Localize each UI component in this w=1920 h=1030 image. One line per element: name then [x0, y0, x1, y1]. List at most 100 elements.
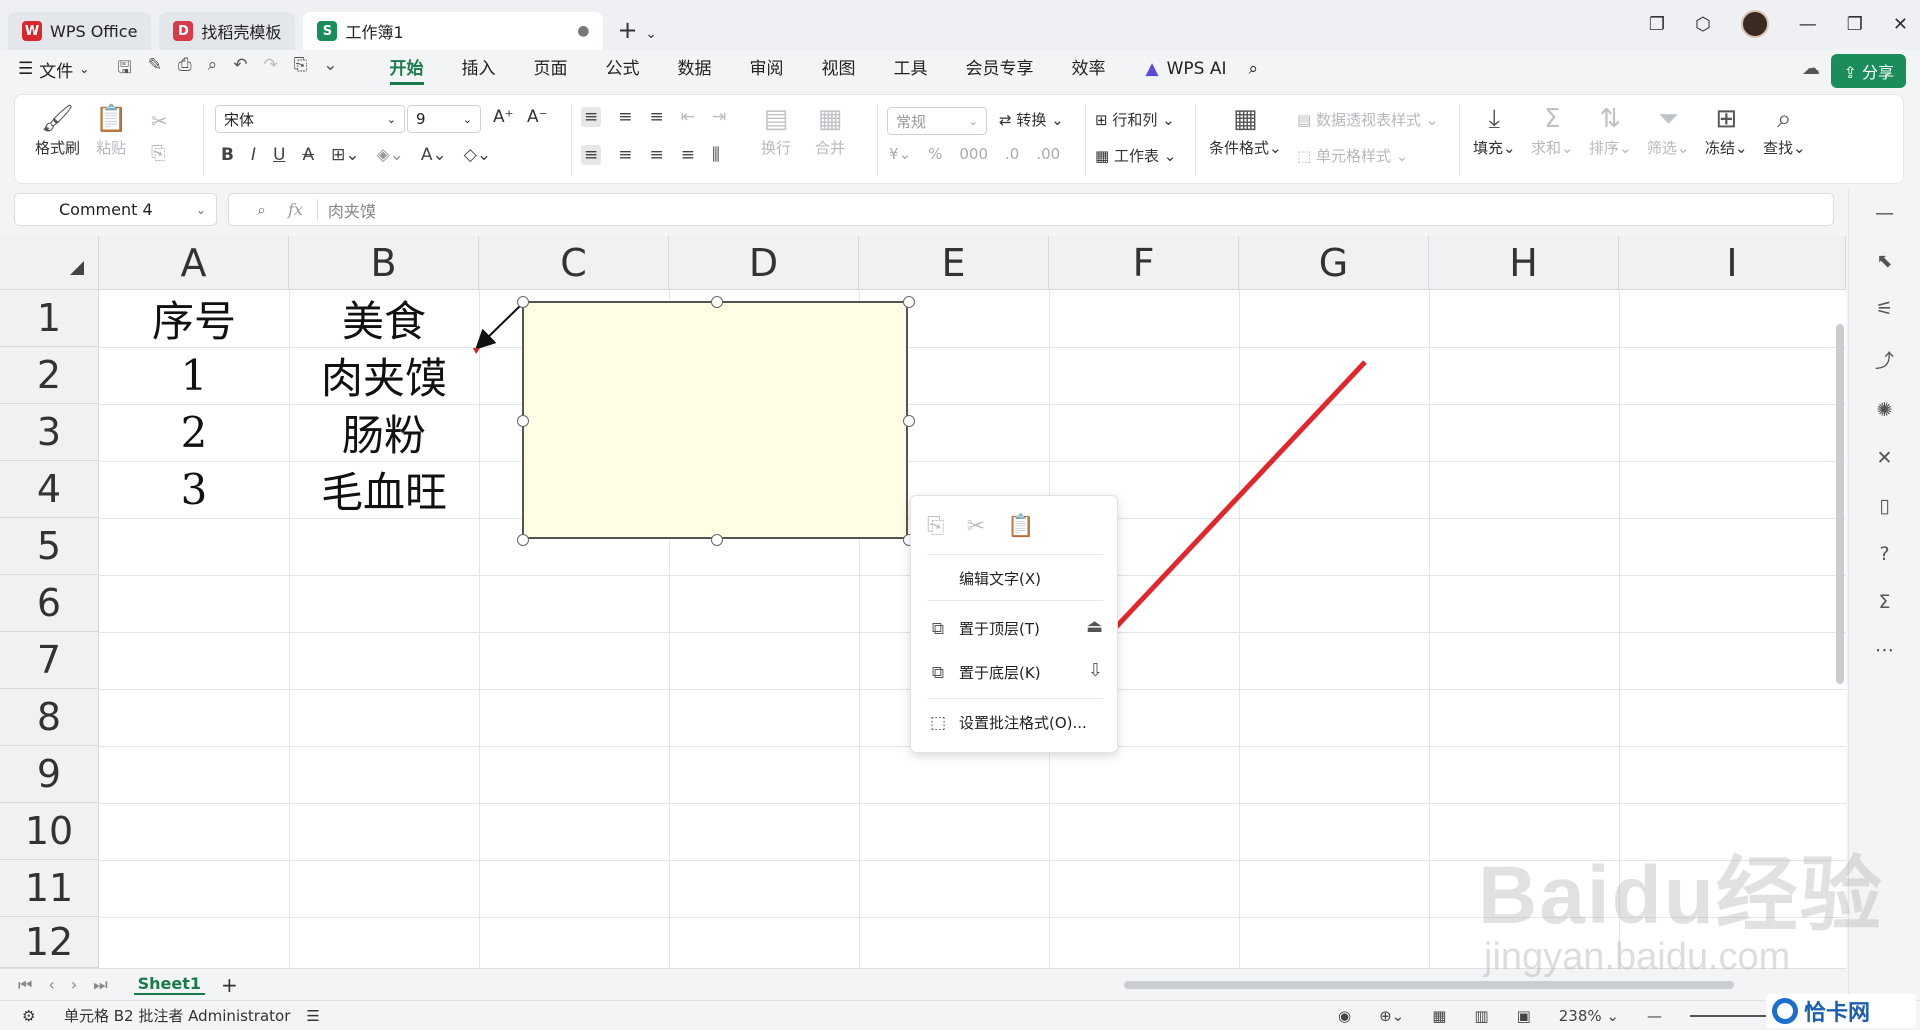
redo-icon[interactable]: ↷: [263, 55, 277, 84]
window-tile-icon[interactable]: ❐: [1649, 14, 1665, 35]
row-header-1[interactable]: 1: [0, 290, 99, 347]
row-header-11[interactable]: 11: [0, 860, 99, 917]
copy-icon[interactable]: ⎘: [151, 143, 165, 164]
column-header-e[interactable]: E: [859, 236, 1049, 290]
tab-efficiency[interactable]: 效率: [1072, 54, 1106, 85]
merge-button[interactable]: ▦ 合并: [815, 105, 845, 158]
cut-icon[interactable]: ✂: [151, 109, 168, 133]
menu-item-format-comment[interactable]: ⬚ 设置批注格式(O)...: [927, 712, 1087, 733]
conditional-format-button[interactable]: ▦ 条件格式⌄: [1209, 105, 1282, 158]
page-break-icon[interactable]: ▣: [1517, 1007, 1531, 1025]
column-header-b[interactable]: B: [289, 236, 479, 290]
cell-b4[interactable]: 毛血旺: [289, 461, 479, 518]
freeze-button[interactable]: ⊞ 冻结⌄: [1705, 105, 1748, 158]
align-bottom-icon[interactable]: ≡: [650, 107, 664, 127]
row-header-7[interactable]: 7: [0, 632, 99, 689]
file-menu[interactable]: ☰ 文件 ⌄: [18, 57, 89, 82]
row-header-6[interactable]: 6: [0, 575, 99, 632]
align-left-icon[interactable]: ≡: [581, 145, 602, 165]
column-header-i[interactable]: I: [1619, 236, 1846, 290]
restore-icon[interactable]: ❐: [1847, 14, 1863, 35]
tab-member[interactable]: 会员专享: [966, 54, 1034, 85]
eye-protection-icon[interactable]: ◉: [1338, 1007, 1351, 1025]
row-header-5[interactable]: 5: [0, 518, 99, 575]
sheet-tab-sheet1[interactable]: Sheet1: [133, 974, 206, 995]
resize-handle[interactable]: [903, 296, 915, 308]
scrollbar-thumb[interactable]: [1836, 324, 1844, 684]
undo-icon[interactable]: ↶: [233, 55, 247, 84]
thousands-icon[interactable]: 000: [959, 145, 988, 163]
cell-style-button[interactable]: ⬚ 单元格样式 ⌄: [1297, 145, 1408, 166]
list-icon[interactable]: ☰: [306, 1007, 319, 1025]
fill-color-icon[interactable]: ◈⌄: [377, 145, 404, 165]
outdent-icon[interactable]: ⇤: [681, 107, 695, 127]
cell-b3[interactable]: 肠粉: [289, 404, 479, 461]
find-button[interactable]: ⌕ 查找⌄: [1763, 105, 1806, 158]
paste-button[interactable]: 📋 粘贴: [95, 105, 127, 158]
minimize-icon[interactable]: —: [1799, 14, 1817, 35]
tab-docer-templates[interactable]: D 找稻壳模板: [159, 12, 296, 50]
save-icon[interactable]: 🖫: [117, 55, 131, 84]
strikethrough-icon[interactable]: A: [302, 145, 314, 165]
align-middle-icon[interactable]: ≡: [618, 107, 632, 127]
prev-sheet-icon[interactable]: ‹: [48, 975, 54, 995]
book-icon[interactable]: ▯: [1879, 495, 1889, 517]
worksheet-button[interactable]: ▦ 工作表 ⌄: [1095, 145, 1176, 166]
more-icon[interactable]: ⋯: [1875, 639, 1894, 661]
underline-icon[interactable]: U: [273, 145, 285, 165]
add-sheet-button[interactable]: +: [221, 973, 238, 997]
column-header-f[interactable]: F: [1049, 236, 1239, 290]
avatar[interactable]: [1740, 10, 1769, 38]
help-icon[interactable]: ?: [1879, 543, 1889, 565]
cut-icon[interactable]: ✂: [967, 514, 985, 539]
export-icon[interactable]: ⎘: [294, 55, 308, 84]
font-name-select[interactable]: 宋体 ⌄: [215, 105, 405, 133]
macro-icon[interactable]: ⚙: [22, 1007, 35, 1025]
send-back-submenu-icon[interactable]: ⇩: [1088, 660, 1103, 681]
formula-bar[interactable]: ⌕ fx 肉夹馍: [228, 193, 1834, 226]
format-brush-icon[interactable]: ✎: [148, 55, 162, 84]
tab-insert[interactable]: 插入: [462, 54, 496, 85]
align-top-icon[interactable]: ≡: [581, 107, 602, 127]
more-chevron-icon[interactable]: ⌄: [323, 55, 337, 84]
tab-wps-office[interactable]: W WPS Office: [8, 12, 152, 50]
resize-handle[interactable]: [711, 534, 723, 546]
italic-icon[interactable]: I: [251, 145, 256, 165]
increase-font-icon[interactable]: A⁺: [493, 107, 514, 127]
transform-icon[interactable]: ⤴: [1875, 346, 1894, 373]
menu-item-send-back[interactable]: ⧉ 置于底层(K): [927, 662, 1041, 683]
last-sheet-icon[interactable]: ⏭: [93, 975, 107, 995]
column-header-d[interactable]: D: [669, 236, 859, 290]
fill-button[interactable]: ⤓ 填充⌄: [1473, 105, 1516, 158]
next-sheet-icon[interactable]: ›: [71, 975, 77, 995]
row-header-3[interactable]: 3: [0, 404, 99, 461]
align-right-icon[interactable]: ≡: [650, 145, 664, 165]
fx-icon[interactable]: fx: [288, 200, 303, 219]
row-header-2[interactable]: 2: [0, 347, 99, 404]
tab-view[interactable]: 视图: [822, 54, 856, 85]
horizontal-scrollbar[interactable]: [1124, 981, 1734, 989]
share-button[interactable]: ⇪ 分享: [1831, 54, 1906, 88]
tab-workbook[interactable]: S 工作簿1 ●: [303, 12, 604, 50]
select-cursor-icon[interactable]: ⬉: [1877, 250, 1893, 272]
bring-front-submenu-icon[interactable]: ⏏: [1086, 616, 1103, 637]
resize-handle[interactable]: [711, 296, 723, 308]
cell-a4[interactable]: 3: [99, 461, 289, 518]
font-color-icon[interactable]: A⌄: [421, 145, 447, 165]
print-preview-icon[interactable]: ⌕: [208, 55, 218, 84]
copy-icon[interactable]: ⎘: [927, 514, 945, 539]
column-header-a[interactable]: A: [99, 236, 289, 290]
cell-a1[interactable]: 序号: [99, 290, 289, 347]
pivot-style-button[interactable]: ▤ 数据透视表样式 ⌄: [1297, 109, 1438, 130]
clear-format-icon[interactable]: ◇⌄: [464, 145, 491, 165]
column-header-g[interactable]: G: [1239, 236, 1429, 290]
collapse-icon[interactable]: —: [1875, 202, 1894, 224]
tab-formula[interactable]: 公式: [606, 54, 640, 85]
row-header-4[interactable]: 4: [0, 461, 99, 518]
tab-page[interactable]: 页面: [534, 54, 568, 85]
decrease-decimal-icon[interactable]: .00: [1036, 145, 1060, 163]
print-icon[interactable]: ⎙: [178, 55, 192, 84]
select-all-corner[interactable]: [0, 236, 99, 290]
border-icon[interactable]: ⊞⌄: [331, 145, 360, 165]
page-layout-icon[interactable]: ▥: [1474, 1007, 1488, 1025]
